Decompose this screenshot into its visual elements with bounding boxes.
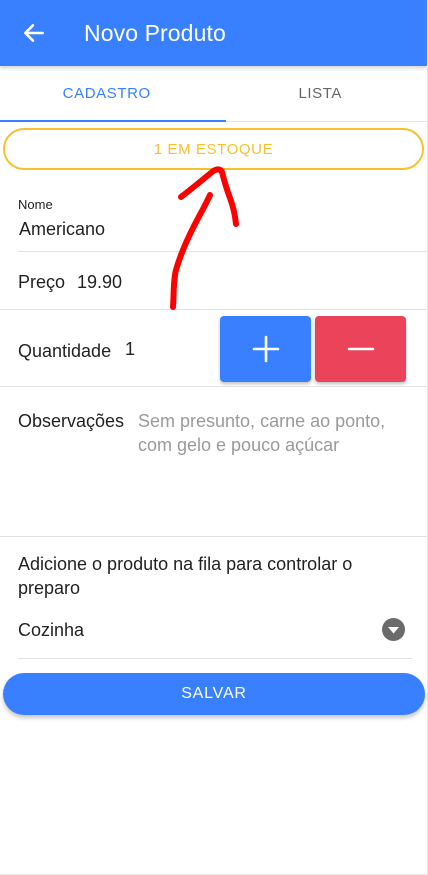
toolbar: Novo Produto — [0, 0, 427, 66]
queue-section: Adicione o produto na fila para controla… — [0, 537, 427, 659]
arrow-left-icon — [24, 24, 44, 42]
minus-icon — [347, 347, 374, 351]
price-label: Preço — [18, 272, 66, 292]
name-field[interactable]: Nome Americano — [0, 170, 427, 252]
notes-textarea[interactable]: Sem presunto, carne ao ponto, com gelo e… — [138, 409, 408, 457]
app-screen: Novo Produto CADASTRO LISTA 1 EM ESTOQUE… — [0, 0, 428, 875]
quantity-label: Quantidade — [18, 341, 112, 361]
decrement-button[interactable] — [315, 316, 406, 382]
page-title: Novo Produto — [84, 19, 226, 46]
queue-select[interactable]: Cozinha — [18, 620, 84, 641]
price-field[interactable]: Preço 19.90 — [0, 252, 427, 310]
back-button[interactable] — [18, 17, 50, 49]
quantity-field: Quantidade 1 — [0, 310, 427, 386]
divider — [18, 658, 412, 659]
notes-field[interactable]: Observações Sem presunto, carne ao ponto… — [0, 386, 427, 536]
save-button[interactable]: SALVAR — [3, 673, 425, 715]
increment-button[interactable] — [220, 316, 311, 382]
notes-label: Observações — [18, 411, 125, 431]
queue-description: Adicione o produto na fila para controla… — [18, 554, 353, 598]
name-input[interactable]: Americano — [19, 219, 105, 240]
tab-cadastro[interactable]: CADASTRO — [0, 66, 214, 121]
plus-icon — [252, 335, 279, 363]
stock-badge[interactable]: 1 EM ESTOQUE — [3, 128, 424, 170]
price-input[interactable]: 19.90 — [77, 272, 122, 293]
active-tab-indicator — [0, 120, 226, 122]
quantity-value: 1 — [125, 339, 136, 359]
tab-lista[interactable]: LISTA — [214, 66, 428, 121]
name-label: Nome — [18, 197, 53, 212]
caret-down-circle-icon[interactable] — [381, 617, 406, 642]
segment-tabs: CADASTRO LISTA — [0, 66, 427, 122]
